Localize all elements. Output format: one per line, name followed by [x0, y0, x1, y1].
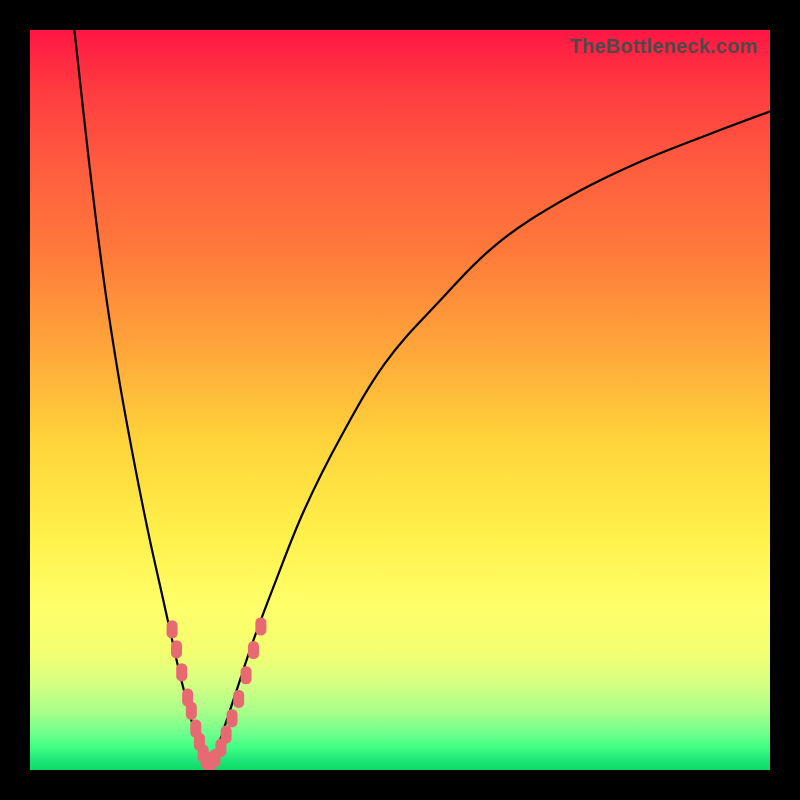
- bead: [186, 702, 197, 720]
- bead: [241, 666, 252, 684]
- bead: [248, 641, 259, 659]
- bead: [167, 620, 178, 638]
- curve-layer: [30, 30, 770, 770]
- curve-left-branch: [74, 30, 207, 770]
- chart-frame: TheBottleneck.com: [0, 0, 800, 800]
- bead: [171, 640, 182, 658]
- bead: [176, 663, 187, 681]
- bead-group: [167, 617, 267, 770]
- bead: [227, 709, 238, 727]
- bead: [233, 690, 244, 708]
- plot-area: TheBottleneck.com: [30, 30, 770, 770]
- curve-right-branch: [208, 111, 770, 770]
- bead: [255, 617, 266, 635]
- bead: [221, 725, 232, 743]
